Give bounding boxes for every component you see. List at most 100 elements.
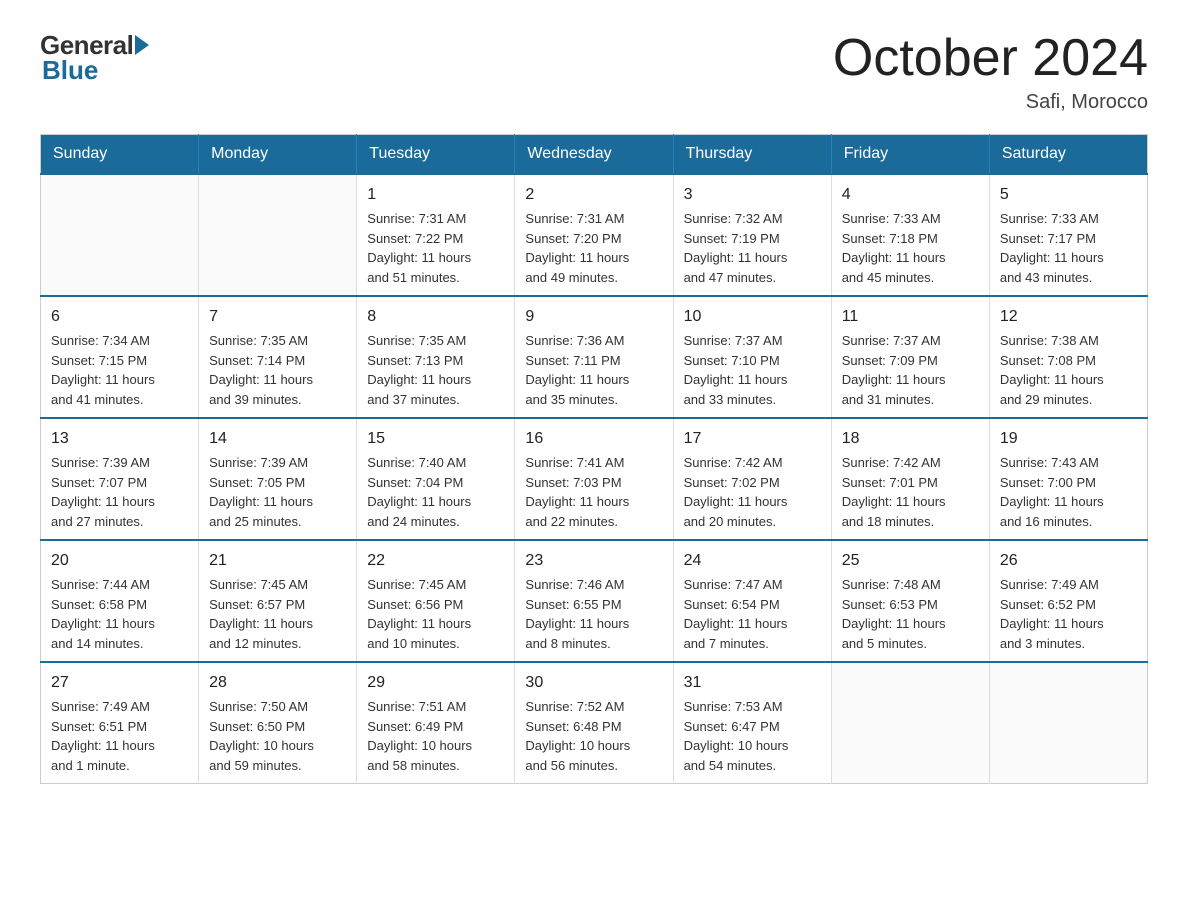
day-info: Sunset: 7:03 PM: [525, 473, 662, 493]
day-number: 2: [525, 183, 662, 207]
day-info: and 10 minutes.: [367, 634, 504, 654]
day-info: Daylight: 11 hours: [51, 370, 188, 390]
day-info: Sunset: 7:00 PM: [1000, 473, 1137, 493]
calendar-cell: 19Sunrise: 7:43 AMSunset: 7:00 PMDayligh…: [989, 418, 1147, 540]
calendar-header-sunday: Sunday: [41, 135, 199, 175]
day-number: 28: [209, 671, 346, 695]
day-info: Daylight: 10 hours: [367, 736, 504, 756]
day-info: Daylight: 10 hours: [525, 736, 662, 756]
day-number: 30: [525, 671, 662, 695]
calendar-cell: 4Sunrise: 7:33 AMSunset: 7:18 PMDaylight…: [831, 174, 989, 296]
day-info: Sunrise: 7:49 AM: [51, 697, 188, 717]
calendar-week-row: 27Sunrise: 7:49 AMSunset: 6:51 PMDayligh…: [41, 662, 1148, 784]
calendar-cell: 9Sunrise: 7:36 AMSunset: 7:11 PMDaylight…: [515, 296, 673, 418]
day-info: and 54 minutes.: [684, 756, 821, 776]
day-info: Sunrise: 7:33 AM: [842, 209, 979, 229]
day-number: 24: [684, 549, 821, 573]
day-info: Sunset: 6:50 PM: [209, 717, 346, 737]
day-info: Sunrise: 7:39 AM: [51, 453, 188, 473]
day-number: 1: [367, 183, 504, 207]
day-info: Sunset: 7:20 PM: [525, 229, 662, 249]
day-info: Sunset: 7:18 PM: [842, 229, 979, 249]
day-info: Sunset: 6:47 PM: [684, 717, 821, 737]
page-header: General Blue October 2024 Safi, Morocco: [40, 30, 1148, 114]
day-info: Daylight: 11 hours: [842, 492, 979, 512]
day-info: Sunset: 6:58 PM: [51, 595, 188, 615]
day-info: Sunrise: 7:42 AM: [684, 453, 821, 473]
calendar-cell: 20Sunrise: 7:44 AMSunset: 6:58 PMDayligh…: [41, 540, 199, 662]
calendar-cell: 23Sunrise: 7:46 AMSunset: 6:55 PMDayligh…: [515, 540, 673, 662]
day-info: Daylight: 11 hours: [51, 736, 188, 756]
day-info: and 58 minutes.: [367, 756, 504, 776]
calendar-cell: 29Sunrise: 7:51 AMSunset: 6:49 PMDayligh…: [357, 662, 515, 784]
day-number: 25: [842, 549, 979, 573]
day-info: Daylight: 11 hours: [842, 370, 979, 390]
day-info: and 20 minutes.: [684, 512, 821, 532]
day-info: and 12 minutes.: [209, 634, 346, 654]
day-info: Sunrise: 7:44 AM: [51, 575, 188, 595]
day-info: Daylight: 10 hours: [209, 736, 346, 756]
day-info: and 18 minutes.: [842, 512, 979, 532]
calendar-cell: 16Sunrise: 7:41 AMSunset: 7:03 PMDayligh…: [515, 418, 673, 540]
day-info: Sunset: 7:17 PM: [1000, 229, 1137, 249]
calendar-cell: 13Sunrise: 7:39 AMSunset: 7:07 PMDayligh…: [41, 418, 199, 540]
day-info: and 24 minutes.: [367, 512, 504, 532]
day-info: and 31 minutes.: [842, 390, 979, 410]
day-info: and 49 minutes.: [525, 268, 662, 288]
day-info: Sunset: 7:13 PM: [367, 351, 504, 371]
day-info: Sunrise: 7:35 AM: [367, 331, 504, 351]
day-info: and 16 minutes.: [1000, 512, 1137, 532]
day-info: Sunset: 7:04 PM: [367, 473, 504, 493]
day-info: Daylight: 11 hours: [367, 248, 504, 268]
calendar-cell: 25Sunrise: 7:48 AMSunset: 6:53 PMDayligh…: [831, 540, 989, 662]
day-info: Sunset: 6:54 PM: [684, 595, 821, 615]
day-info: Sunrise: 7:53 AM: [684, 697, 821, 717]
day-info: Daylight: 11 hours: [51, 614, 188, 634]
day-info: Daylight: 11 hours: [684, 492, 821, 512]
day-info: Sunrise: 7:37 AM: [842, 331, 979, 351]
day-info: Sunset: 6:53 PM: [842, 595, 979, 615]
day-info: Sunset: 7:11 PM: [525, 351, 662, 371]
day-info: Sunrise: 7:36 AM: [525, 331, 662, 351]
day-number: 6: [51, 305, 188, 329]
day-info: Sunrise: 7:42 AM: [842, 453, 979, 473]
calendar-header-row: SundayMondayTuesdayWednesdayThursdayFrid…: [41, 135, 1148, 175]
calendar-cell: 6Sunrise: 7:34 AMSunset: 7:15 PMDaylight…: [41, 296, 199, 418]
day-info: Sunset: 7:02 PM: [684, 473, 821, 493]
day-info: Sunset: 7:09 PM: [842, 351, 979, 371]
calendar-header-saturday: Saturday: [989, 135, 1147, 175]
day-info: Daylight: 11 hours: [1000, 614, 1137, 634]
day-info: Sunset: 7:22 PM: [367, 229, 504, 249]
day-info: and 56 minutes.: [525, 756, 662, 776]
day-info: Sunset: 6:48 PM: [525, 717, 662, 737]
calendar-cell: 10Sunrise: 7:37 AMSunset: 7:10 PMDayligh…: [673, 296, 831, 418]
day-info: Daylight: 11 hours: [525, 248, 662, 268]
day-number: 26: [1000, 549, 1137, 573]
day-info: Sunrise: 7:41 AM: [525, 453, 662, 473]
day-info: Sunset: 7:08 PM: [1000, 351, 1137, 371]
calendar-cell: 5Sunrise: 7:33 AMSunset: 7:17 PMDaylight…: [989, 174, 1147, 296]
day-info: Daylight: 11 hours: [684, 370, 821, 390]
day-info: and 51 minutes.: [367, 268, 504, 288]
day-number: 29: [367, 671, 504, 695]
day-info: Sunset: 7:19 PM: [684, 229, 821, 249]
day-number: 27: [51, 671, 188, 695]
day-info: Daylight: 11 hours: [525, 614, 662, 634]
calendar-table: SundayMondayTuesdayWednesdayThursdayFrid…: [40, 134, 1148, 784]
day-number: 21: [209, 549, 346, 573]
calendar-header-monday: Monday: [199, 135, 357, 175]
day-info: Daylight: 11 hours: [842, 614, 979, 634]
day-info: and 43 minutes.: [1000, 268, 1137, 288]
month-title: October 2024: [833, 30, 1148, 87]
calendar-cell: 30Sunrise: 7:52 AMSunset: 6:48 PMDayligh…: [515, 662, 673, 784]
day-info: and 3 minutes.: [1000, 634, 1137, 654]
calendar-cell: 18Sunrise: 7:42 AMSunset: 7:01 PMDayligh…: [831, 418, 989, 540]
day-info: and 29 minutes.: [1000, 390, 1137, 410]
day-info: Sunrise: 7:32 AM: [684, 209, 821, 229]
day-info: and 25 minutes.: [209, 512, 346, 532]
calendar-header-tuesday: Tuesday: [357, 135, 515, 175]
day-info: and 8 minutes.: [525, 634, 662, 654]
day-info: Sunset: 6:51 PM: [51, 717, 188, 737]
day-info: Daylight: 11 hours: [51, 492, 188, 512]
day-info: Daylight: 11 hours: [367, 370, 504, 390]
